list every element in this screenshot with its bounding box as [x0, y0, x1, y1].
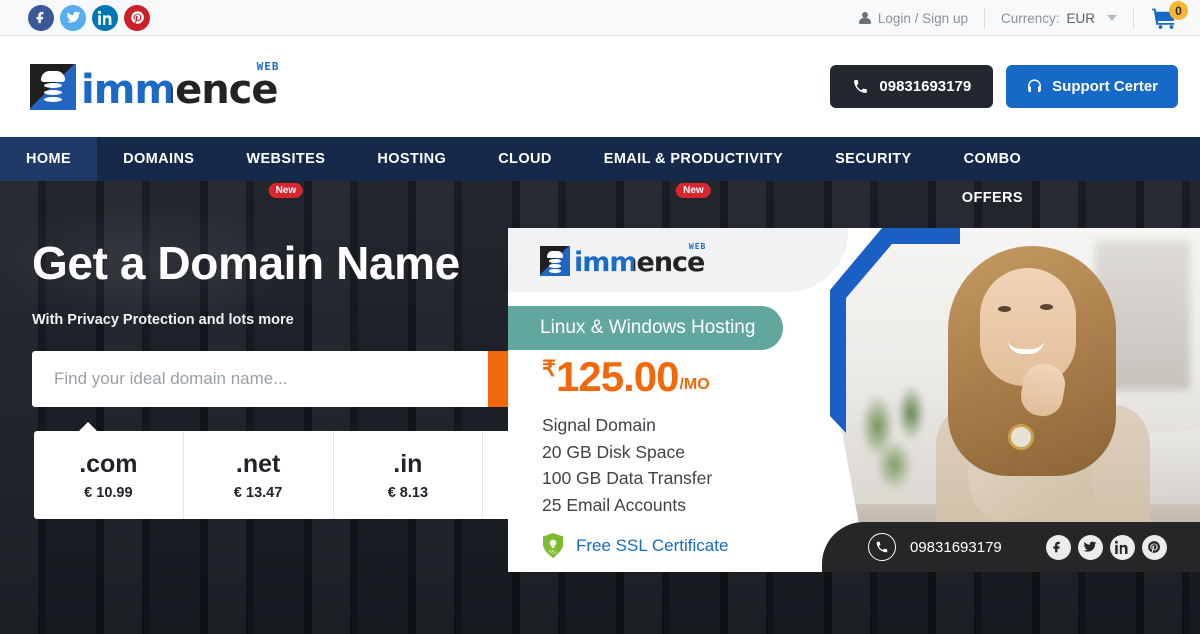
main-navigation: HOME DOMAINS WEBSITES New HOSTING CLOUD EMAIL … [0, 137, 1200, 206]
support-center-label: Support Certer [1052, 78, 1158, 95]
nav-item-label: EMAIL & PRODUCTIVITY [603, 151, 784, 167]
cart-count-badge: 0 [1169, 1, 1188, 20]
hosting-promo-panel: immence WEB Linux & Windows Hosting ₹ 12… [508, 228, 1200, 572]
svg-text:SSL: SSL [549, 550, 558, 556]
nav-item-websites[interactable]: WEBSITES New [220, 137, 351, 198]
nav-new-badge: New [268, 183, 304, 198]
twitter-icon[interactable] [1077, 534, 1103, 560]
currency-symbol: ₹ [542, 356, 556, 381]
promo-feature-list: Signal Domain 20 GB Disk Space 100 GB Data… [542, 412, 712, 518]
promo-price: ₹ 125.00 /MO [542, 356, 710, 398]
promo-feature-item: Signal Domain [542, 415, 656, 435]
nav-new-badge: New [676, 183, 711, 198]
tld-price: € 10.99 [84, 484, 133, 501]
promo-feature-item: 20 GB Disk Space [542, 441, 685, 462]
promo-footer-bar: 09831693179 [822, 522, 1200, 572]
user-icon [858, 11, 871, 25]
free-ssl-label[interactable]: Free SSL Certificate [576, 536, 728, 556]
promo-photo-image [840, 228, 1200, 538]
facebook-icon[interactable] [1045, 534, 1071, 560]
login-signup-label: Login / Sign up [877, 10, 968, 26]
promo-photo [840, 228, 1200, 538]
nav-item-label: WEBSITES [246, 151, 326, 167]
promo-feature-item: 100 GB Data Transfer [542, 468, 713, 489]
page-root: Login / Sign up Currency: EUR 0 immence … [0, 0, 1200, 634]
promo-logo-cloud-database-icon [540, 246, 570, 276]
support-center-button[interactable]: Support Certer [1006, 65, 1178, 108]
currency-value: EUR [1066, 10, 1095, 26]
top-utility-bar: Login / Sign up Currency: EUR 0 [0, 0, 1200, 36]
phone-button-label: 09831693179 [879, 78, 972, 95]
nav-item-domains[interactable]: DOMAINS [97, 137, 220, 181]
tld-name: .in [393, 449, 423, 478]
tld-price: € 8.13 [387, 484, 429, 501]
phone-circle-icon [868, 533, 896, 561]
tld-name: .com [79, 449, 138, 478]
linkedin-icon[interactable] [1109, 534, 1135, 560]
promo-logo-wordmark: immence [574, 247, 705, 278]
promo-logo-web-superscript: WEB [688, 242, 707, 251]
nav-item-label: COMBO [963, 151, 1022, 167]
nav-item-label: HOSTING [377, 151, 447, 167]
tld-card-item[interactable]: .net € 13.47 [184, 431, 334, 520]
top-social-links [28, 4, 150, 31]
headset-icon [1028, 79, 1042, 93]
promo-footer-phone-number: 09831693179 [910, 538, 1002, 556]
domain-search-input[interactable] [32, 351, 488, 408]
currency-label: Currency: [1000, 10, 1060, 26]
cart-button[interactable]: 0 [1134, 1, 1200, 29]
logo-cloud-database-icon [30, 63, 76, 110]
nav-item-label: SECURITY [835, 151, 912, 167]
pinterest-icon[interactable] [1141, 534, 1167, 560]
facebook-icon[interactable] [28, 4, 54, 31]
nav-item-home[interactable]: HOME [0, 137, 98, 181]
tld-card-item[interactable]: .in € 8.13 [334, 431, 484, 520]
tld-name: .net [235, 449, 281, 478]
nav-sub-item-offers[interactable]: OFFERS [962, 190, 1023, 206]
tld-card-item[interactable]: .com € 10.99 [34, 431, 184, 520]
nav-item-label: DOMAINS [123, 151, 195, 167]
phone-button[interactable]: 09831693179 [830, 65, 994, 108]
price-period: /MO [679, 376, 710, 393]
promo-logo: immence WEB [540, 242, 705, 278]
shield-lock-icon: SSL [542, 533, 564, 558]
logo-web-superscript: WEB [256, 59, 280, 73]
header-actions: 09831693179 Support Certer [830, 36, 1178, 137]
nav-item-label: CLOUD [498, 151, 552, 167]
nav-item-cloud[interactable]: CLOUD [472, 137, 578, 181]
chevron-down-icon [1107, 15, 1117, 21]
promo-footer-socials [1045, 534, 1167, 560]
promo-feature-item: 25 Email Accounts [542, 494, 686, 515]
promo-plan-pill: Linux & Windows Hosting [508, 306, 784, 350]
tld-price: € 13.47 [233, 484, 283, 501]
login-signup-link[interactable]: Login / Sign up [843, 7, 985, 29]
pinterest-icon[interactable] [124, 4, 150, 31]
free-ssl-row[interactable]: SSL Free SSL Certificate [542, 533, 728, 558]
site-header: immence WEB 09831693179 Support Certer [0, 36, 1200, 137]
nav-item-hosting[interactable]: HOSTING [351, 137, 472, 181]
logo-wordmark: immence [81, 66, 279, 113]
price-amount: 125.00 [556, 353, 679, 400]
linkedin-icon[interactable] [92, 4, 118, 31]
nav-item-label: HOME [26, 151, 72, 167]
promo-footer-phone[interactable]: 09831693179 [868, 533, 1002, 561]
nav-item-combo[interactable]: COMBO OFFERS [938, 137, 1048, 206]
phone-icon [854, 80, 868, 93]
nav-item-email-productivity[interactable]: EMAIL & PRODUCTIVITY New [578, 137, 809, 198]
top-right-group: Login / Sign up Currency: EUR 0 [843, 0, 1200, 36]
site-logo[interactable]: immence WEB [30, 60, 279, 113]
twitter-icon[interactable] [60, 4, 86, 31]
currency-selector[interactable]: Currency: EUR [985, 7, 1134, 29]
nav-item-security[interactable]: SECURITY [809, 137, 938, 181]
